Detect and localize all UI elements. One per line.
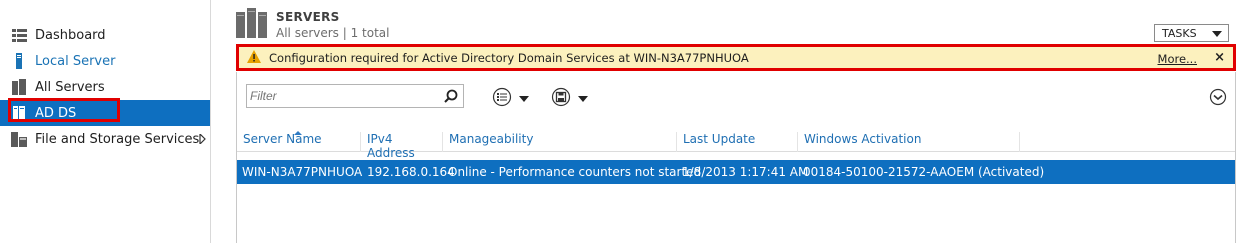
- sidebar-item-local-server[interactable]: Local Server: [0, 48, 210, 74]
- sort-ascending-icon: [294, 131, 302, 135]
- tasks-dropdown[interactable]: TASKS: [1154, 24, 1229, 42]
- page-subtitle: All servers | 1 total: [276, 26, 390, 40]
- close-icon[interactable]: ×: [1214, 50, 1225, 65]
- save-icon: [551, 87, 571, 110]
- more-link[interactable]: More...: [1158, 52, 1197, 66]
- all-servers-icon: [11, 79, 27, 95]
- sidebar-item-label: File and Storage Services: [35, 131, 200, 147]
- filter-input[interactable]: [247, 85, 437, 107]
- main-content: SERVERS All servers | 1 total TASKS Conf…: [212, 0, 1241, 243]
- chevron-down-icon: [519, 95, 529, 102]
- sidebar-item-label: All Servers: [35, 79, 105, 95]
- sidebar-item-label: Local Server: [35, 53, 116, 69]
- page-title: SERVERS: [276, 10, 340, 24]
- column-header-manageability[interactable]: Manageability: [443, 132, 677, 152]
- notification-message: Configuration required for Active Direct…: [269, 50, 749, 65]
- column-header-ipv4-address[interactable]: IPv4 Address: [361, 132, 443, 160]
- table-header: Server Name IPv4 Address Manageability L…: [237, 128, 1235, 160]
- cell-server-name: WIN-N3A77PNHUOA: [242, 165, 363, 179]
- sidebar-item-all-servers[interactable]: All Servers: [0, 74, 210, 100]
- sidebar-item-label: AD DS: [35, 105, 77, 121]
- warning-icon: [247, 49, 261, 66]
- column-header-last-update[interactable]: Last Update: [677, 132, 798, 152]
- chevron-right-icon[interactable]: [199, 132, 206, 148]
- sidebar: Dashboard Local Server All Servers AD DS…: [0, 0, 211, 243]
- dashboard-icon: [11, 27, 27, 43]
- servers-panel: Server Name IPv4 Address Manageability L…: [236, 72, 1236, 243]
- cell-ipv4-address: 192.168.0.164: [367, 165, 455, 179]
- page-header: SERVERS All servers | 1 total: [236, 8, 390, 40]
- table-row[interactable]: WIN-N3A77PNHUOA 192.168.0.164 Online - P…: [237, 160, 1235, 184]
- cell-manageability: Online - Performance counters not starte…: [448, 165, 702, 179]
- chevron-down-icon: [578, 95, 588, 102]
- view-options-button[interactable]: [492, 87, 529, 110]
- servers-icon: [236, 8, 268, 40]
- column-header-windows-activation[interactable]: Windows Activation: [798, 132, 1020, 152]
- cell-windows-activation: 00184-50100-21572-AAOEM (Activated): [803, 165, 1045, 179]
- sidebar-item-label: Dashboard: [35, 27, 106, 43]
- chevron-down-icon: [1212, 31, 1222, 37]
- tasks-label: TASKS: [1162, 26, 1197, 40]
- file-storage-icon: [11, 131, 27, 147]
- sidebar-item-file-storage[interactable]: File and Storage Services: [0, 126, 210, 152]
- save-query-button[interactable]: [551, 87, 588, 110]
- ad-ds-icon: [11, 105, 27, 121]
- cell-last-update: 1/8/2013 1:17:41 AM: [682, 165, 809, 179]
- filter-box: [246, 84, 464, 108]
- list-options-icon: [492, 87, 512, 110]
- column-header-server-name[interactable]: Server Name: [237, 131, 361, 152]
- notification-bar: Configuration required for Active Direct…: [236, 44, 1236, 71]
- local-server-icon: [11, 53, 27, 69]
- sidebar-item-ad-ds[interactable]: AD DS: [0, 100, 210, 126]
- search-icon[interactable]: [444, 89, 458, 106]
- sidebar-item-dashboard[interactable]: Dashboard: [0, 22, 210, 48]
- collapse-icon[interactable]: [1209, 88, 1227, 109]
